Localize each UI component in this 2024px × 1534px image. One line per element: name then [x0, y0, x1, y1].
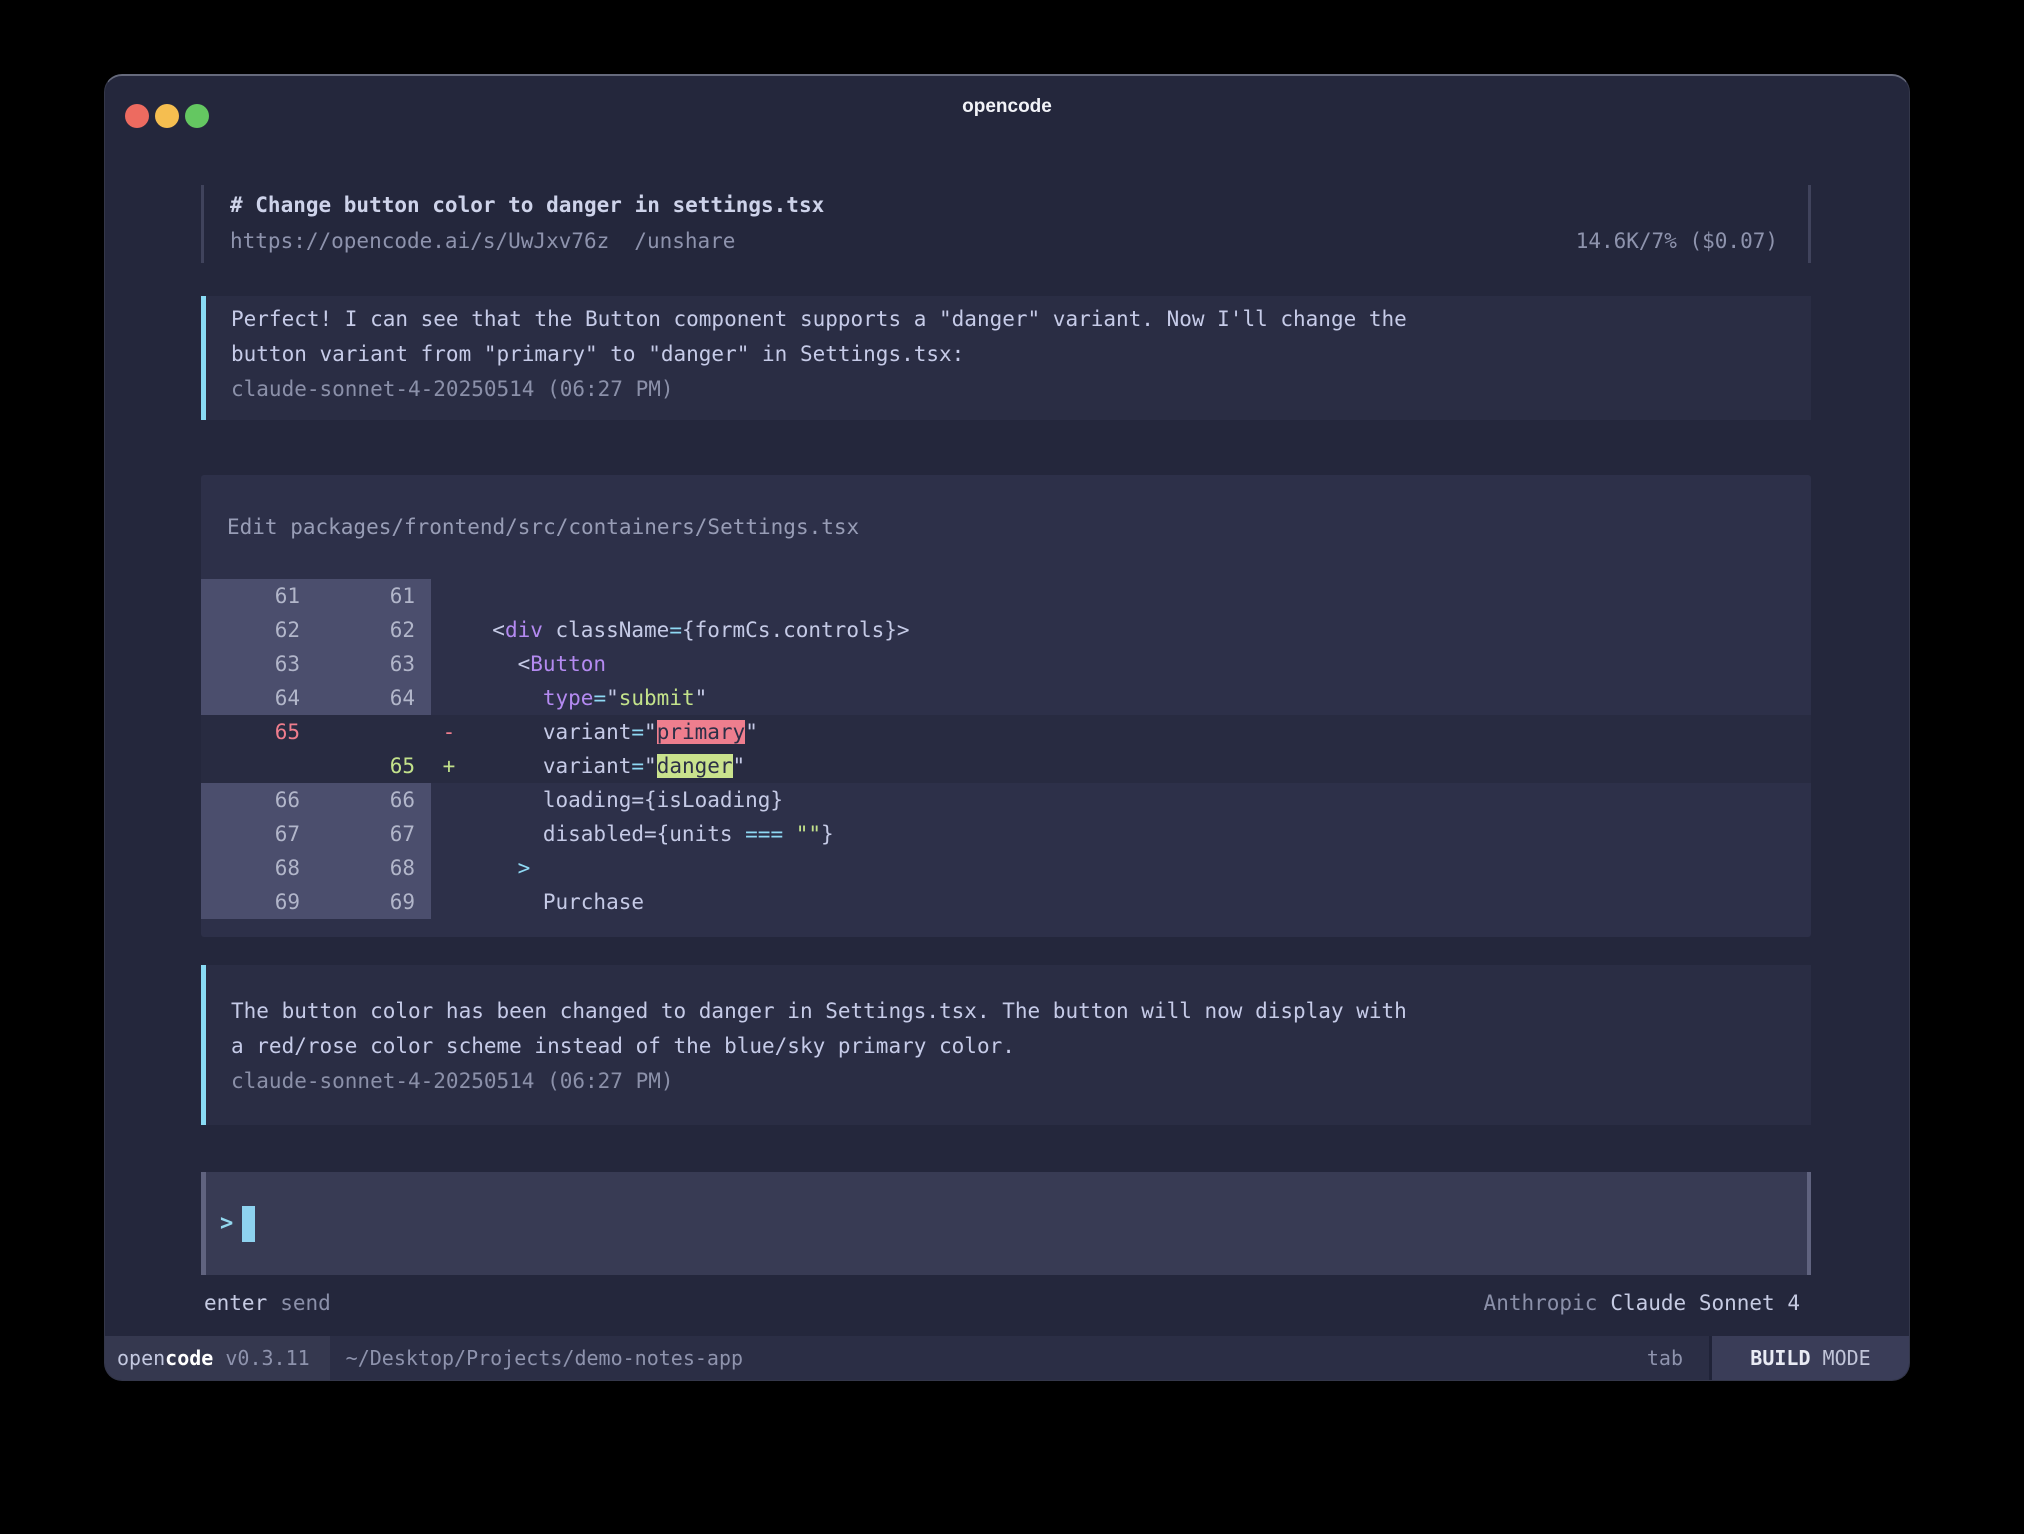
- assistant-message: Perfect! I can see that the Button compo…: [201, 296, 1811, 420]
- diff-row: 6464 type="submit": [201, 681, 1811, 715]
- model-label[interactable]: Claude Sonnet 4: [1610, 1291, 1800, 1315]
- new-line-number: 65: [316, 749, 431, 783]
- message-model-timestamp: claude-sonnet-4-20250514 (06:27 PM): [231, 372, 1811, 407]
- diff-row: 6161: [201, 579, 1811, 613]
- code-line: variant="primary": [467, 715, 758, 749]
- message-text-line: button variant from "primary" to "danger…: [231, 337, 1811, 372]
- diff-sign-plus: +: [431, 749, 467, 783]
- opencode-window: opencode # Change button color to danger…: [104, 74, 1910, 1381]
- new-line-number: 63: [316, 647, 431, 681]
- new-line-number: 64: [316, 681, 431, 715]
- window-title: opencode: [105, 96, 1909, 118]
- desktop-background: opencode # Change button color to danger…: [0, 0, 2024, 1534]
- diff-sign: [431, 817, 467, 851]
- diff-row: 6767 disabled={units === ""}: [201, 817, 1811, 851]
- diff-row-removed: 65 - variant="primary": [201, 715, 1811, 749]
- diff-sign: [431, 851, 467, 885]
- diff-sign: [431, 885, 467, 919]
- old-line-number: 62: [201, 613, 316, 647]
- message-text-line: The button color has been changed to dan…: [231, 994, 1811, 1029]
- mode-toggle[interactable]: BUILD MODE: [1709, 1336, 1909, 1380]
- code-line: >: [467, 851, 530, 885]
- new-line-number: 62: [316, 613, 431, 647]
- input-hint-row: enter send Anthropic Claude Sonnet 4: [201, 1286, 1811, 1320]
- message-text-line: a red/rose color scheme instead of the b…: [231, 1029, 1811, 1064]
- old-line-number: 63: [201, 647, 316, 681]
- diff-row: 6666 loading={isLoading}: [201, 783, 1811, 817]
- unshare-command[interactable]: /unshare: [634, 223, 735, 259]
- status-bar: opencode v0.3.11 ~/Desktop/Projects/demo…: [105, 1336, 1909, 1380]
- prompt-chevron: >: [220, 1211, 233, 1236]
- removed-word-highlight: primary: [657, 720, 746, 744]
- session-title: # Change button color to danger in setti…: [230, 187, 1778, 223]
- diff-row-added: 65+ variant="danger": [201, 749, 1811, 783]
- code-line: <Button: [467, 647, 606, 681]
- message-text-line: Perfect! I can see that the Button compo…: [231, 302, 1811, 337]
- diff-sign: [431, 647, 467, 681]
- old-line-number: 66: [201, 783, 316, 817]
- diff-row: 6868 >: [201, 851, 1811, 885]
- diff-sign: [431, 613, 467, 647]
- old-line-number: 65: [201, 715, 316, 749]
- context-usage-stats: 14.6K/7% ($0.07): [1576, 223, 1778, 259]
- code-line: type="submit": [467, 681, 707, 715]
- diff-row: 6262 <div className={formCs.controls}>: [201, 613, 1811, 647]
- new-line-number: 68: [316, 851, 431, 885]
- prompt-input[interactable]: >: [201, 1172, 1811, 1275]
- tab-key-hint: tab: [1647, 1336, 1683, 1380]
- code-line: variant="danger": [467, 749, 745, 783]
- edit-tool-title: Edit packages/frontend/src/containers/Se…: [201, 475, 1811, 579]
- enter-key-hint: enter: [204, 1291, 267, 1315]
- new-line-number: 61: [316, 579, 431, 613]
- assistant-message: The button color has been changed to dan…: [201, 965, 1811, 1125]
- old-line-number: 69: [201, 885, 316, 919]
- edit-tool-card: Edit packages/frontend/src/containers/Se…: [201, 475, 1811, 937]
- old-line-number: 68: [201, 851, 316, 885]
- text-cursor: [242, 1206, 255, 1242]
- old-line-number: 64: [201, 681, 316, 715]
- code-line: <div className={formCs.controls}>: [467, 613, 910, 647]
- old-line-number: [201, 749, 316, 783]
- new-line-number: 69: [316, 885, 431, 919]
- message-model-timestamp: claude-sonnet-4-20250514 (06:27 PM): [231, 1064, 1811, 1099]
- new-line-number: [316, 715, 431, 749]
- diff-row: 6969 Purchase: [201, 885, 1811, 919]
- old-line-number: 61: [201, 579, 316, 613]
- diff-sign-minus: -: [431, 715, 467, 749]
- code-line: disabled={units === ""}: [467, 817, 834, 851]
- session-header: # Change button color to danger in setti…: [201, 185, 1811, 263]
- diff-row: 6363 <Button: [201, 647, 1811, 681]
- code-line: loading={isLoading}: [467, 783, 783, 817]
- send-action-hint: send: [280, 1291, 331, 1315]
- added-word-highlight: danger: [657, 754, 733, 778]
- diff-sign: [431, 681, 467, 715]
- diff-sign: [431, 579, 467, 613]
- working-directory: ~/Desktop/Projects/demo-notes-app: [330, 1336, 743, 1380]
- window-titlebar: opencode: [105, 76, 1909, 140]
- app-version-segment: opencode v0.3.11: [105, 1336, 330, 1380]
- diff-sign: [431, 783, 467, 817]
- old-line-number: 67: [201, 817, 316, 851]
- provider-label: Anthropic: [1484, 1291, 1598, 1315]
- new-line-number: 66: [316, 783, 431, 817]
- new-line-number: 67: [316, 817, 431, 851]
- share-url-link[interactable]: https://opencode.ai/s/UwJxv76z: [230, 223, 609, 259]
- code-line: Purchase: [467, 885, 644, 919]
